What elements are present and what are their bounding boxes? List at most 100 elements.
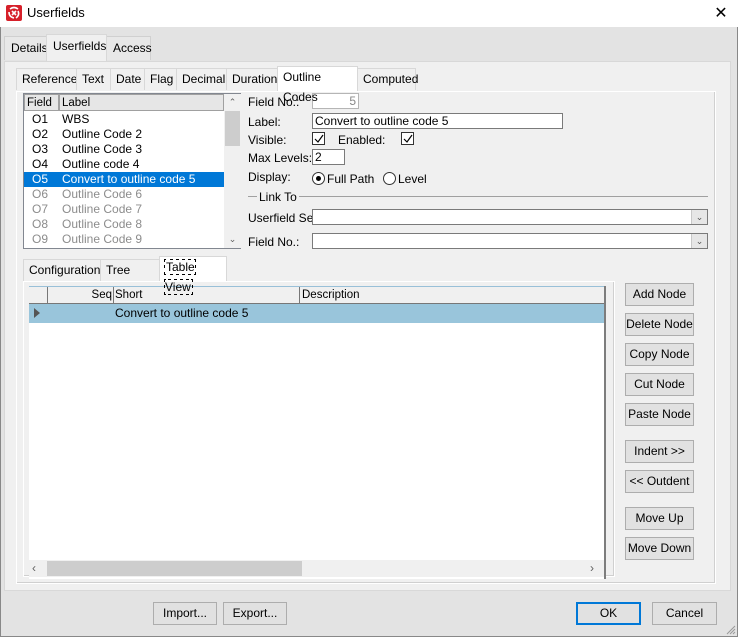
cut-node-button[interactable]: Cut Node xyxy=(625,373,694,396)
list-item-label: Outline Code 7 xyxy=(62,202,143,216)
cancel-button[interactable]: Cancel xyxy=(652,602,717,625)
tab-text[interactable]: Text xyxy=(76,68,111,90)
tab-reference[interactable]: Reference xyxy=(16,68,77,90)
link-field-no-select[interactable]: ⌄ xyxy=(312,233,708,249)
enabled-label: Enabled: xyxy=(338,133,386,147)
link-to-divider xyxy=(248,196,708,197)
column-header-field[interactable]: Field xyxy=(24,94,59,111)
outline-code-grid[interactable]: Seq Short Description Convert to outline… xyxy=(29,286,606,579)
row-indicator-icon xyxy=(34,308,40,318)
chevron-down-icon[interactable]: ⌄ xyxy=(691,210,707,224)
max-levels-label: Max Levels: xyxy=(248,151,313,165)
import-button[interactable]: Import... xyxy=(153,602,217,625)
close-button[interactable]: ✕ xyxy=(706,2,736,24)
move-down-button[interactable]: Move Down xyxy=(625,537,694,560)
list-item-label: Outline Code 2 xyxy=(62,127,143,141)
indent-button[interactable]: Indent >> xyxy=(625,440,694,463)
copy-node-button[interactable]: Copy Node xyxy=(625,343,694,366)
scroll-up-icon[interactable]: ⌃ xyxy=(224,94,241,111)
column-header-short[interactable]: Short xyxy=(114,287,300,303)
close-icon: ✕ xyxy=(714,5,728,22)
list-item[interactable]: O5 Convert to outline code 5 xyxy=(24,172,224,187)
tab-flag[interactable]: Flag xyxy=(144,68,177,90)
link-to-group-label: Link To xyxy=(257,190,299,204)
resize-grip-icon[interactable] xyxy=(725,624,736,635)
tab-label: Flag xyxy=(150,72,174,86)
list-item[interactable]: O3 Outline Code 3 xyxy=(24,142,224,157)
list-item-label: Outline Code 9 xyxy=(62,232,143,246)
column-header-description[interactable]: Description xyxy=(300,287,604,303)
tab-label: Duration xyxy=(232,72,278,86)
tab-outline-codes[interactable]: Outline Codes xyxy=(277,66,358,104)
tab-userfields[interactable]: Userfields xyxy=(46,34,107,61)
list-item-field: O9 xyxy=(32,232,49,246)
delete-node-button[interactable]: Delete Node xyxy=(625,313,694,336)
checkmark-icon xyxy=(314,134,324,143)
tab-access[interactable]: Access xyxy=(106,36,152,60)
tab-decimal[interactable]: Decimal xyxy=(176,68,227,90)
scroll-right-icon[interactable]: › xyxy=(590,560,604,577)
list-item[interactable]: O7 Outline Code 7 xyxy=(24,202,224,217)
radio-dot xyxy=(316,176,321,181)
list-item-field: O6 xyxy=(32,187,49,201)
display-full-path-radio[interactable] xyxy=(312,172,325,185)
tab-label: Details xyxy=(11,41,48,55)
move-up-button[interactable]: Move Up xyxy=(625,507,694,530)
label-input[interactable]: Convert to outline code 5 xyxy=(312,113,563,129)
visible-checkbox[interactable] xyxy=(312,132,325,145)
table-row[interactable]: Convert to outline code 5 xyxy=(29,304,604,323)
row-header-column xyxy=(29,287,48,303)
grid-horizontal-scrollbar[interactable]: ‹ › xyxy=(29,560,604,577)
tab-label: Table View xyxy=(164,259,196,295)
paste-node-button[interactable]: Paste Node xyxy=(625,403,694,426)
list-item-label: Outline Code 6 xyxy=(62,187,143,201)
list-item[interactable]: O2 Outline Code 2 xyxy=(24,127,224,142)
outdent-button[interactable]: << Outdent xyxy=(625,470,694,493)
enabled-checkbox[interactable] xyxy=(401,132,414,145)
list-item[interactable]: O4 Outline code 4 xyxy=(24,157,224,172)
tab-label: Configuration xyxy=(29,263,101,277)
list-item-field: O4 xyxy=(32,157,49,171)
cell-short[interactable]: Convert to outline code 5 xyxy=(115,306,300,320)
display-level-radio[interactable] xyxy=(383,172,396,185)
list-item[interactable]: O9 Outline Code 9 xyxy=(24,232,224,247)
scroll-down-icon[interactable]: ⌄ xyxy=(224,231,241,248)
scrollbar-thumb[interactable] xyxy=(225,111,240,146)
tab-label: Decimal xyxy=(182,72,226,86)
scroll-left-icon[interactable]: ‹ xyxy=(32,560,46,577)
list-item-field: O7 xyxy=(32,202,49,216)
field-no-input: 5 xyxy=(312,93,359,109)
tab-label: Date xyxy=(116,72,142,86)
field-list[interactable]: Field Label O1 WBS O2 Outline Code 2 O3 Outli… xyxy=(23,93,241,249)
full-path-label: Full Path xyxy=(327,172,375,186)
tab-tree-view[interactable]: Tree View xyxy=(100,259,160,297)
tab-computed[interactable]: Computed xyxy=(357,68,419,90)
tab-configuration[interactable]: Configuration xyxy=(23,259,101,281)
tab-table-view[interactable]: Table View xyxy=(159,256,227,295)
list-item-label: Outline Code 8 xyxy=(62,217,143,231)
scrollbar-thumb[interactable] xyxy=(47,561,302,576)
list-item[interactable]: O8 Outline Code 8 xyxy=(24,217,224,232)
tab-label: Computed xyxy=(363,72,419,86)
list-item-label: Outline code 4 xyxy=(62,157,140,171)
ok-button[interactable]: OK xyxy=(576,602,641,625)
list-item[interactable]: O6 Outline Code 6 xyxy=(24,187,224,202)
chevron-down-icon[interactable]: ⌄ xyxy=(691,234,707,248)
list-item-label: Convert to outline code 5 xyxy=(62,172,196,186)
export-button[interactable]: Export... xyxy=(223,602,287,625)
tab-duration[interactable]: Duration xyxy=(226,68,278,90)
column-header-label[interactable]: Label xyxy=(59,94,224,111)
level-label: Level xyxy=(398,172,427,186)
tab-details[interactable]: Details xyxy=(4,36,48,60)
label-label: Label: xyxy=(248,115,281,129)
tab-label: Userfields xyxy=(53,39,107,53)
list-scrollbar[interactable]: ⌃ ⌄ xyxy=(224,94,241,248)
userfield-set-select[interactable]: ⌄ xyxy=(312,209,708,225)
list-item[interactable]: O1 WBS xyxy=(24,112,224,127)
max-levels-input[interactable]: 2 xyxy=(312,149,345,165)
tab-date[interactable]: Date xyxy=(110,68,145,90)
add-node-button[interactable]: Add Node xyxy=(625,283,694,306)
visible-label: Visible: xyxy=(248,133,287,147)
list-item-label: WBS xyxy=(62,112,90,126)
column-header-seq[interactable]: Seq xyxy=(48,287,114,303)
